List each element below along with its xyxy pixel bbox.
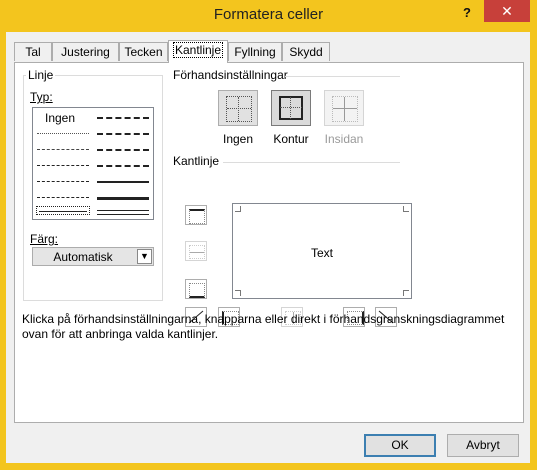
preset-outline-button[interactable] — [271, 90, 311, 126]
border-bottom-button[interactable] — [185, 279, 207, 299]
tab-kantlinje[interactable]: Kantlinje — [168, 40, 228, 63]
line-style-slant-dashdot[interactable] — [97, 133, 149, 135]
border-separator — [223, 162, 400, 163]
chevron-down-icon[interactable]: ▼ — [137, 249, 152, 264]
preview-corner-tl — [235, 206, 241, 212]
line-style-thin[interactable] — [39, 211, 87, 212]
preset-none-button[interactable] — [218, 90, 258, 126]
line-style-medium[interactable] — [97, 181, 149, 183]
color-select[interactable]: Automatisk ▼ — [32, 247, 154, 266]
line-style-hair[interactable] — [37, 133, 89, 134]
tab-skydd[interactable]: Skydd — [282, 42, 330, 61]
tab-justering[interactable]: Justering — [52, 42, 119, 61]
cancel-button[interactable]: Avbryt — [447, 434, 519, 457]
preset-outline-icon — [279, 96, 303, 120]
border-label: Kantlinje — [171, 154, 222, 168]
tab-tal[interactable]: Tal — [14, 42, 52, 61]
help-button[interactable]: ? — [458, 4, 476, 22]
line-style-dashdot[interactable] — [37, 181, 89, 182]
dialog-title: Formatera celler — [213, 6, 324, 23]
preset-inside-button[interactable] — [324, 90, 364, 126]
preset-none-icon — [226, 96, 252, 122]
border-top-icon — [189, 209, 205, 224]
line-style-list[interactable]: Ingen — [32, 107, 154, 220]
tab-tecken[interactable]: Tecken — [119, 42, 168, 61]
hint-text: Klicka på förhandsinställningarna, knapp… — [22, 312, 505, 341]
tab-kantlinje-label: Kantlinje — [172, 42, 224, 58]
line-style-dashdotdot[interactable] — [37, 165, 89, 166]
border-panel: Linje Typ: Ingen Färg: Automatisk ▼ Förh… — [14, 62, 524, 423]
line-style-medium-dashdot[interactable] — [97, 149, 149, 151]
line-style-double[interactable] — [97, 210, 149, 215]
border-inside-horizontal-icon — [189, 245, 205, 259]
dialog-client: Tal Justering Tecken Kantlinje Fyllning … — [6, 32, 530, 463]
dialog-window: Formatera celler ? ✕ Tal Justering Tecke… — [0, 0, 537, 470]
preview-corner-tr — [403, 206, 409, 212]
presets-separator — [285, 76, 400, 77]
line-group-label: Linje — [26, 68, 56, 82]
color-label: Färg: — [28, 232, 61, 246]
preset-inside-label: Insidan — [324, 132, 364, 146]
border-preview[interactable]: Text — [232, 203, 412, 299]
line-style-dash[interactable] — [37, 197, 89, 198]
preset-outline-label: Kontur — [273, 132, 309, 146]
color-value: Automatisk — [53, 250, 113, 264]
close-button[interactable]: ✕ — [484, 0, 530, 22]
line-style-none[interactable]: Ingen — [45, 111, 75, 125]
border-bottom-icon — [189, 283, 205, 298]
type-label: Typ: — [28, 90, 55, 104]
preview-corner-br — [403, 290, 409, 296]
preset-inside-icon — [332, 96, 358, 122]
line-style-thick[interactable] — [97, 197, 149, 200]
line-style-medium-dash[interactable] — [97, 165, 149, 167]
tab-fyllning[interactable]: Fyllning — [228, 42, 282, 61]
border-top-button[interactable] — [185, 205, 207, 225]
presets-label: Förhandsinställningar — [171, 68, 290, 82]
title-bar[interactable]: Formatera celler ? ✕ — [0, 0, 537, 32]
preview-corner-bl — [235, 290, 241, 296]
border-inside-horizontal-button[interactable] — [185, 241, 207, 261]
ok-button[interactable]: OK — [364, 434, 436, 457]
line-style-medium-dashdotdot[interactable] — [97, 117, 149, 119]
line-style-dot[interactable] — [37, 149, 89, 150]
preview-text: Text — [310, 246, 333, 260]
preset-none-label: Ingen — [222, 132, 254, 146]
